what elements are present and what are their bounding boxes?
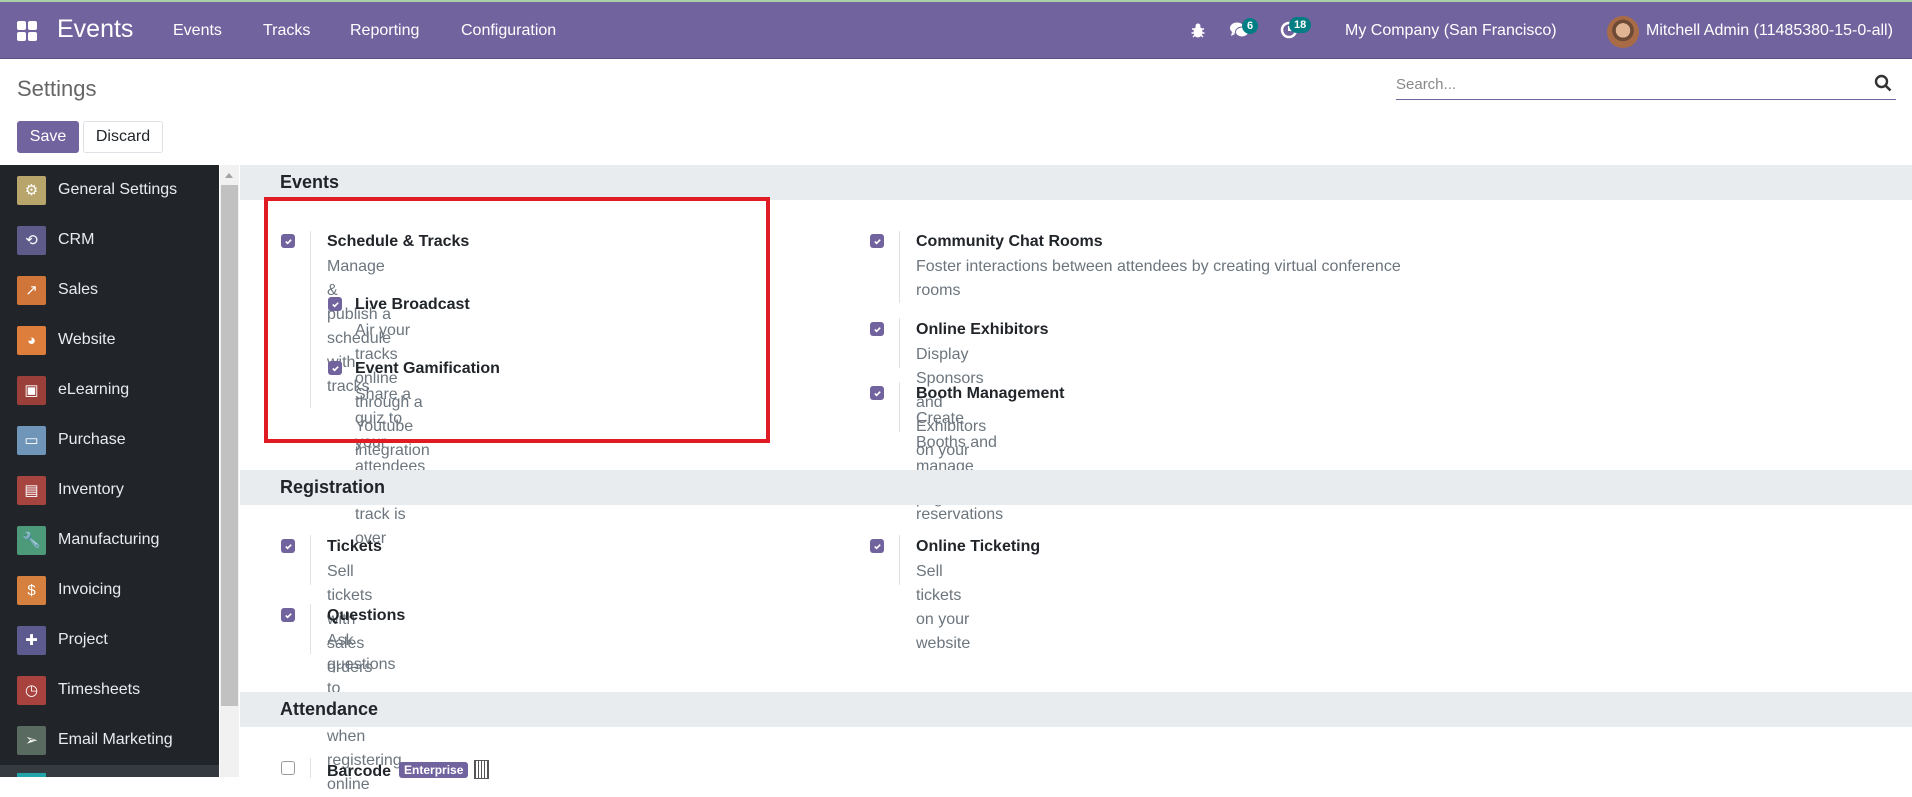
sidebar-item-manufacturing[interactable]: 🔧 Manufacturing: [0, 515, 219, 565]
sidebar-scrollbar[interactable]: [220, 165, 239, 777]
sidebar-item-website[interactable]: ◕ Website: [0, 315, 219, 365]
gear-icon: ⚙: [17, 175, 46, 205]
section-header-attendance: Attendance: [240, 692, 1912, 727]
settings-content: Events Schedule & Tracks Manage & publis…: [240, 165, 1912, 793]
bug-icon[interactable]: [1190, 22, 1206, 44]
paper-plane-icon: ➢: [17, 725, 46, 755]
activities-count-badge: 18: [1289, 17, 1312, 33]
credit-card-icon: ▭: [17, 425, 46, 455]
questions-title: Questions: [327, 607, 406, 624]
search-input[interactable]: [1396, 70, 1856, 98]
invoice-icon: $: [17, 575, 46, 605]
puzzle-icon: ✚: [17, 625, 46, 655]
company-switcher[interactable]: My Company (San Francisco): [1345, 22, 1557, 40]
handshake-icon: ⟲: [17, 225, 46, 255]
discard-button[interactable]: Discard: [83, 121, 163, 153]
booth-management-title: Booth Management: [916, 385, 1065, 402]
sidebar-item-label: Manufacturing: [58, 531, 160, 548]
save-button[interactable]: Save: [17, 121, 79, 153]
divider: [310, 758, 311, 778]
community-chat-checkbox[interactable]: [870, 234, 884, 248]
sidebar-item-label: Email Marketing: [58, 731, 173, 748]
sidebar-item-inventory[interactable]: ▤ Inventory: [0, 465, 219, 515]
settings-sidebar: ➢ Email Marketing ◷ Timesheets ✚ Project $ Invo…: [0, 165, 219, 777]
community-chat-title: Community Chat Rooms: [916, 233, 1103, 250]
sidebar-item-invoicing[interactable]: $ Invoicing: [0, 565, 219, 615]
sidebar-item-label: Website: [58, 331, 116, 348]
globe-icon: ◕: [17, 325, 46, 355]
tickets-title: Tickets: [327, 538, 382, 555]
sidebar-item-purchase[interactable]: ▭ Purchase: [0, 415, 219, 465]
sidebar-item-label: Inventory: [58, 481, 124, 498]
sidebar-item-label: General Settings: [58, 181, 178, 198]
community-chat-desc: Foster interactions between attendees by…: [916, 258, 1401, 299]
sidebar-item-label: Invoicing: [58, 581, 122, 598]
booth-management-checkbox[interactable]: [870, 386, 884, 400]
sidebar-item-crm[interactable]: ⟲ CRM: [0, 215, 219, 265]
apps-grid-icon[interactable]: [17, 21, 37, 41]
building-icon: [474, 760, 490, 779]
stopwatch-icon: ◷: [17, 675, 46, 705]
online-ticketing-title: Online Ticketing: [916, 538, 1041, 555]
sidebar-item-elearning[interactable]: ▣ eLearning: [0, 365, 219, 415]
online-exhibitors-checkbox[interactable]: [870, 322, 884, 336]
highlight-annotation-box: [264, 197, 770, 443]
messages-count-badge: 6: [1242, 18, 1259, 34]
divider: [899, 382, 900, 432]
box-icon: ▤: [17, 475, 46, 505]
section-header-events: Events: [240, 165, 1912, 200]
app-title[interactable]: Events: [57, 15, 133, 44]
menu-reporting[interactable]: Reporting: [350, 22, 419, 40]
sidebar-item-label: CRM: [58, 231, 95, 248]
sidebar-item-label: Purchase: [58, 431, 126, 448]
sidebar-item-email-marketing[interactable]: ➢ Email Marketing: [0, 715, 219, 765]
enterprise-badge: Enterprise: [399, 762, 469, 778]
divider: [310, 604, 311, 654]
wrench-icon: 🔧: [17, 525, 46, 555]
divider: [899, 535, 900, 585]
divider: [310, 535, 311, 585]
search-box: [1396, 70, 1896, 100]
sidebar-item-general-settings[interactable]: ⚙ General Settings: [0, 165, 219, 215]
divider: [899, 318, 900, 368]
sidebar-item-sales[interactable]: ↗ Sales: [0, 265, 219, 315]
menu-events[interactable]: Events: [173, 22, 222, 40]
presentation-icon: ▣: [17, 375, 46, 405]
sidebar-item-label: Timesheets: [58, 681, 141, 698]
page-title: Settings: [17, 76, 97, 101]
online-ticketing-checkbox[interactable]: [870, 539, 884, 553]
sidebar-item-label: eLearning: [58, 381, 130, 398]
chart-up-icon: ↗: [17, 275, 46, 305]
scroll-thumb[interactable]: [221, 185, 238, 706]
search-icon[interactable]: [1874, 74, 1892, 92]
booth-management-desc: Create Booths and manage their reservati…: [916, 410, 1004, 523]
sidebar-item-label: Project: [58, 631, 108, 648]
barcode-title: Barcode: [327, 763, 392, 780]
barcode-checkbox[interactable]: [281, 761, 295, 775]
sidebar-item-timesheets[interactable]: ◷ Timesheets: [0, 665, 219, 715]
tickets-checkbox[interactable]: [281, 539, 295, 553]
sidebar-item-partial[interactable]: [0, 765, 219, 777]
menu-configuration[interactable]: Configuration: [461, 22, 556, 40]
online-ticketing-desc: Sell tickets on your website: [916, 563, 971, 652]
barcode-title-row: Barcode Enterprise: [327, 760, 490, 781]
scroll-up-arrow-icon[interactable]: [225, 173, 233, 178]
top-navbar: Events Events Tracks Reporting Configura…: [0, 0, 1912, 59]
online-exhibitors-title: Online Exhibitors: [916, 321, 1049, 338]
divider: [899, 231, 900, 303]
menu-tracks[interactable]: Tracks: [263, 22, 310, 40]
section-header-registration: Registration: [240, 470, 1912, 505]
user-menu[interactable]: Mitchell Admin (11485380-15-0-all): [1646, 22, 1893, 40]
questions-checkbox[interactable]: [281, 608, 295, 622]
avatar[interactable]: [1607, 16, 1639, 48]
sidebar-item-project[interactable]: ✚ Project: [0, 615, 219, 665]
sidebar-item-label: Sales: [58, 281, 99, 298]
